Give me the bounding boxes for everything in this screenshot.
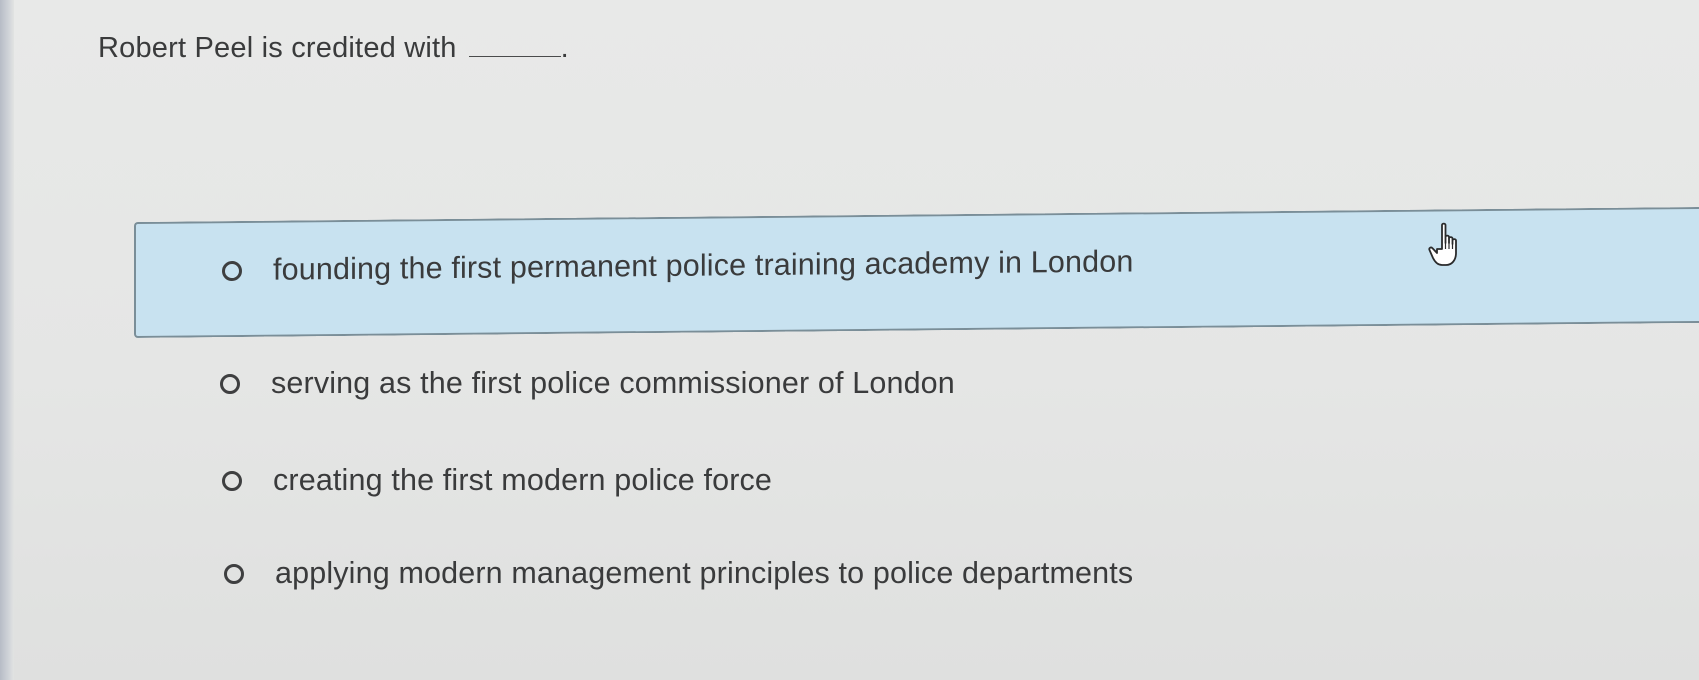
option-2-label: serving as the first police commissioner… (271, 366, 955, 400)
radio-button-icon[interactable] (220, 373, 240, 394)
option-1-label: founding the first permanent police trai… (273, 244, 1134, 287)
option-3-label: creating the first modern police force (273, 463, 773, 497)
radio-button-icon[interactable] (222, 470, 242, 491)
option-2[interactable]: serving as the first police commissioner… (220, 366, 955, 401)
hand-pointer-icon (1428, 222, 1457, 266)
option-4[interactable]: applying modern management principles to… (224, 556, 1133, 591)
option-3[interactable]: creating the first modern police force (222, 463, 772, 498)
radio-button-icon[interactable] (222, 260, 242, 281)
radio-button-icon[interactable] (224, 563, 244, 584)
option-1-content: founding the first permanent police trai… (222, 244, 1133, 288)
option-4-label: applying modern management principles to… (275, 556, 1134, 590)
answer-options: founding the first permanent police trai… (0, 0, 1699, 680)
